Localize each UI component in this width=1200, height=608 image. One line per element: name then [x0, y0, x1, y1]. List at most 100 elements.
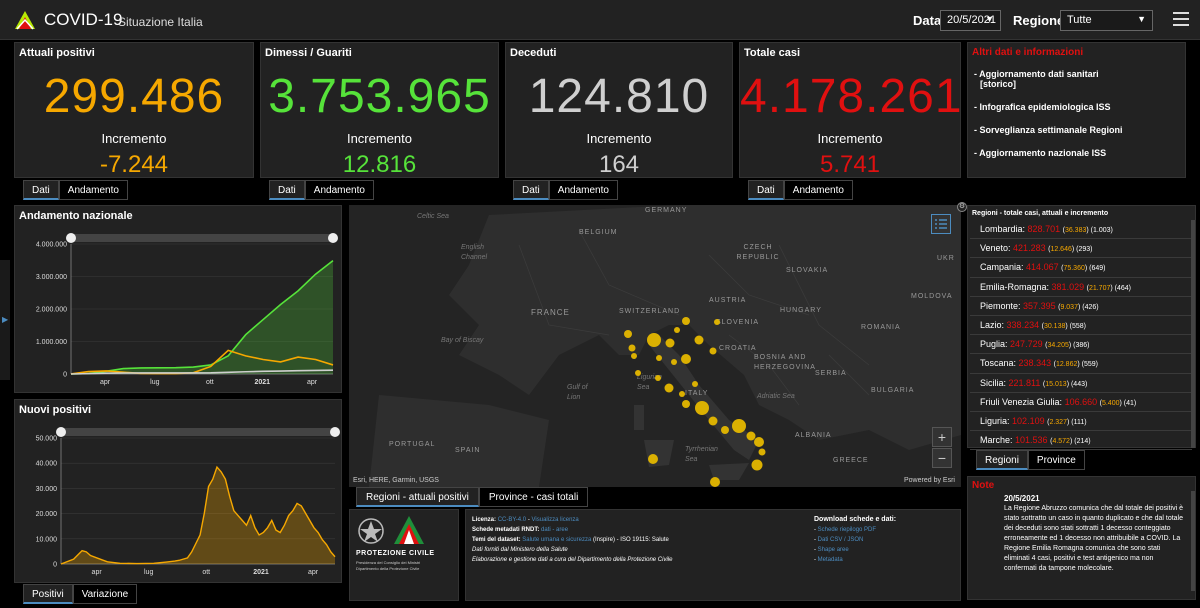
map-bubble[interactable] — [708, 416, 718, 426]
tab-dati[interactable]: Dati — [269, 180, 305, 200]
note-scrollbar[interactable] — [1191, 491, 1195, 591]
tab-andamento[interactable]: Andamento — [548, 180, 618, 200]
tab-dati[interactable]: Dati — [513, 180, 549, 200]
settings-icon[interactable]: ⚙ — [957, 202, 967, 212]
map-bubble[interactable] — [647, 333, 661, 347]
map-bubble[interactable] — [751, 459, 763, 471]
tab-province[interactable]: Province — [1027, 450, 1085, 470]
tab-dati[interactable]: Dati — [748, 180, 784, 200]
region-list-scrollbar[interactable] — [1191, 220, 1195, 448]
map-bubble[interactable] — [679, 391, 685, 397]
region-row[interactable]: Toscana: 238.343 (12.862) (559) — [970, 354, 1192, 374]
map-bubble[interactable] — [709, 347, 717, 355]
region-incremento: 111 — [1073, 418, 1085, 426]
info-link-sorveglianza[interactable]: - Sorveglianza settimanale Regioni — [974, 125, 1123, 135]
zoom-out-button[interactable]: − — [932, 448, 952, 468]
licenza-link[interactable]: CC-BY-4.0 — [498, 517, 526, 523]
map-bubble[interactable] — [682, 317, 690, 325]
info-link-storico[interactable]: [storico] — [974, 79, 1123, 89]
map-bubble[interactable] — [681, 354, 691, 364]
region-name: Sicilia: — [980, 377, 1007, 388]
date-select[interactable]: 20/5/2021 ▼ — [940, 10, 1001, 31]
map-bubble[interactable] — [635, 370, 641, 376]
range-slider-handle[interactable] — [56, 427, 66, 437]
tab-andamento[interactable]: Andamento — [304, 180, 374, 200]
region-row[interactable]: Lazio: 338.234 (30.138) (558) — [970, 316, 1192, 336]
visualizza-licenza-link[interactable]: Visualizza licenza — [532, 517, 579, 523]
map-bubble[interactable] — [746, 431, 756, 441]
map-bubbles — [624, 317, 766, 487]
schede-link[interactable]: dati - aree — [541, 527, 568, 533]
map-bubble[interactable] — [656, 355, 662, 361]
map-bubble[interactable] — [628, 344, 636, 352]
tab-province-casi-totali[interactable]: Province - casi totali — [478, 487, 589, 507]
range-slider-track[interactable] — [71, 234, 333, 242]
region-select[interactable]: Tutte ▼ — [1060, 10, 1153, 31]
region-row[interactable]: Sicilia: 221.811 (15.013) (443) — [970, 374, 1192, 393]
map-bubble[interactable] — [648, 454, 658, 464]
download-link[interactable]: Shape aree — [818, 547, 849, 553]
side-panel-toggle[interactable]: ▶ — [0, 260, 10, 380]
region-attuali: 5.400 — [1101, 399, 1120, 407]
map-bubble[interactable] — [732, 419, 746, 433]
region-attuali: 75.360 — [1063, 265, 1085, 273]
map-bubble[interactable] — [665, 338, 675, 348]
download-link[interactable]: Schede riepilogo PDF — [818, 527, 876, 533]
map-bubble[interactable] — [754, 437, 764, 447]
esri-credit[interactable]: Powered by Esri — [904, 477, 955, 484]
region-attuali: 4.572 — [1052, 438, 1070, 446]
download-link[interactable]: Metadata — [818, 557, 843, 563]
temi-link[interactable]: Salute umana e sicurezza — [522, 537, 591, 543]
chevron-right-icon: ▶ — [2, 315, 9, 324]
map-bubble[interactable] — [758, 448, 766, 456]
map-bubble[interactable] — [671, 359, 677, 365]
download-link[interactable]: Dati CSV / JSON — [818, 537, 864, 543]
region-row[interactable]: Marche: 101.536 (4.572) (214) — [970, 431, 1192, 451]
map-bubble[interactable] — [682, 400, 690, 408]
kpi-title: Dimessi / Guariti — [265, 47, 352, 59]
info-link-aggiornamento[interactable]: - Aggiornamento dati sanitari — [974, 69, 1123, 79]
kpi-tabs: Dati Andamento — [269, 180, 374, 200]
region-row[interactable]: Campania: 414.067 (75.360) (649) — [970, 258, 1192, 278]
tab-andamento[interactable]: Andamento — [58, 180, 128, 200]
region-row[interactable]: Piemonte: 357.395 (9.037) (426) — [970, 297, 1192, 316]
region-row[interactable]: Emilia-Romagna: 381.029 (21.707) (464) — [970, 278, 1192, 297]
y-tick-label: 20.000 — [36, 511, 58, 518]
map-bubble[interactable] — [631, 353, 637, 359]
range-slider-handle[interactable] — [328, 233, 338, 243]
region-row[interactable]: Lombardia: 828.701 (36.383) (1.003) — [970, 220, 1192, 240]
range-slider-track[interactable] — [61, 428, 335, 436]
menu-icon[interactable] — [1173, 12, 1189, 26]
map-bubble[interactable] — [692, 381, 698, 387]
chevron-down-icon: ▼ — [1137, 14, 1146, 24]
map-bubble[interactable] — [664, 383, 674, 393]
tab-regioni[interactable]: Regioni — [976, 450, 1028, 470]
tab-andamento[interactable]: Andamento — [783, 180, 853, 200]
map-bubble[interactable] — [694, 335, 704, 345]
map-bubble[interactable] — [655, 375, 661, 381]
range-slider-handle[interactable] — [330, 427, 340, 437]
region-row[interactable]: Liguria: 102.109 (2.327) (111) — [970, 412, 1192, 432]
tab-regioni-attuali-positivi[interactable]: Regioni - attuali positivi — [356, 487, 479, 507]
info-link-infografica[interactable]: - Infografica epidemiologica ISS — [974, 102, 1123, 112]
map-bubble[interactable] — [695, 401, 709, 415]
map[interactable]: Celtic Sea GERMANY BELGIUM English Chann… — [349, 205, 961, 487]
region-row[interactable]: Puglia: 247.729 (34.205) (386) — [970, 335, 1192, 355]
zoom-in-button[interactable]: + — [932, 427, 952, 447]
region-attuali: 34.205 — [1047, 342, 1069, 350]
tab-positivi[interactable]: Positivi — [23, 584, 73, 604]
temi-label: Temi del dataset: — [472, 537, 521, 543]
list-icon[interactable] — [931, 214, 951, 234]
map-bubble[interactable] — [714, 319, 720, 325]
map-bubble[interactable] — [674, 327, 680, 333]
range-slider-handle[interactable] — [66, 233, 76, 243]
map-attribution: Esri, HERE, Garmin, USGS — [353, 477, 439, 484]
region-row[interactable]: Veneto: 421.283 (12.646) (293) — [970, 239, 1192, 259]
tab-dati[interactable]: Dati — [23, 180, 59, 200]
info-link-nazionale-iss[interactable]: - Aggiornamento nazionale ISS — [974, 148, 1123, 158]
map-bubble[interactable] — [710, 477, 720, 487]
map-bubble[interactable] — [624, 330, 632, 338]
region-row[interactable]: Friuli Venezia Giulia: 106.660 (5.400) (… — [970, 393, 1192, 412]
map-bubble[interactable] — [721, 426, 729, 434]
tab-variazione[interactable]: Variazione — [72, 584, 138, 604]
